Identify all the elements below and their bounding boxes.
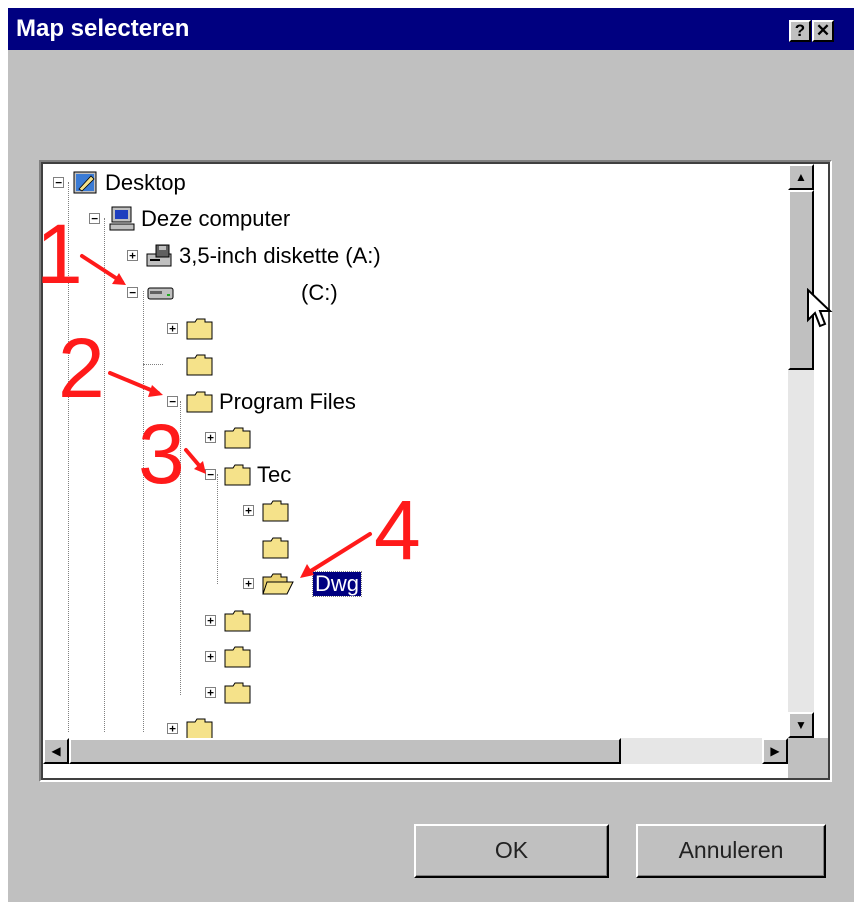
tree-node-label: Dwg [311,571,363,597]
vertical-scrollbar[interactable]: ▲ ▼ [788,164,814,738]
tree-node-label: Tec [257,462,292,487]
collapse-toggle[interactable]: − [127,287,138,298]
folder-icon [223,461,253,489]
scroll-left-button[interactable]: ◀ [43,738,69,764]
annotation-number: 1 [36,207,83,301]
folder-icon [185,351,215,379]
expand-toggle[interactable]: + [243,578,254,589]
ok-button[interactable]: OK [414,824,609,878]
expand-toggle[interactable]: + [243,505,254,516]
annotation-number: 3 [138,407,185,501]
computer-icon [107,205,137,233]
folder-icon [223,424,253,452]
tree-node-label: 3,5-inch diskette (A:) [179,243,381,268]
annotation-number: 4 [374,483,421,577]
tree-node-label: Desktop [105,170,186,195]
expand-toggle[interactable]: + [127,250,138,261]
hard-drive-icon [145,279,175,307]
window-title: Map selecteren [16,15,190,42]
folder-icon [261,497,291,525]
folder-icon [185,315,215,343]
scroll-right-button[interactable]: ▶ [762,738,788,764]
horizontal-scrollbar[interactable]: ◀ ▶ [43,738,788,764]
expand-toggle[interactable]: + [205,687,216,698]
collapse-toggle[interactable]: − [53,177,64,188]
folder-icon [223,607,253,635]
collapse-toggle[interactable]: − [89,213,100,224]
expand-toggle[interactable]: + [205,615,216,626]
tree-connector [143,291,144,732]
mouse-pointer-icon [807,288,833,328]
folder-icon [223,679,253,707]
tree-connector [217,474,218,584]
cancel-button[interactable]: Annuleren [636,824,826,878]
help-button[interactable]: ? [789,20,811,42]
tree-node-label: (C:) [301,280,338,305]
floppy-drive-icon [145,242,175,270]
close-button[interactable]: ✕ [812,20,834,42]
annotation-number: 2 [58,321,105,415]
vertical-scroll-thumb[interactable] [788,190,814,370]
tree-connector [143,364,163,365]
tree-node-label: Deze computer [141,206,291,231]
expand-toggle[interactable]: + [205,651,216,662]
open-folder-icon [261,570,294,598]
folder-icon [185,388,215,416]
title-bar[interactable]: Map selecteren ? ✕ [8,8,854,50]
collapse-toggle[interactable]: − [205,469,216,480]
collapse-toggle[interactable]: − [167,396,178,407]
scroll-down-button[interactable]: ▼ [788,712,814,738]
tree-node-label: Program Files [219,389,356,414]
horizontal-scroll-thumb[interactable] [69,738,621,764]
desktop-icon [71,169,101,197]
folder-icon [223,643,253,671]
scroll-up-button[interactable]: ▲ [788,164,814,190]
folder-icon [261,534,291,562]
expand-toggle[interactable]: + [205,432,216,443]
dialog-window: Map selecteren ? ✕ − Desktop − Deze comp… [8,8,854,902]
expand-toggle[interactable]: + [167,323,178,334]
scrollbar-corner [788,738,828,778]
tree-connector [104,218,105,732]
expand-toggle[interactable]: + [167,723,178,734]
